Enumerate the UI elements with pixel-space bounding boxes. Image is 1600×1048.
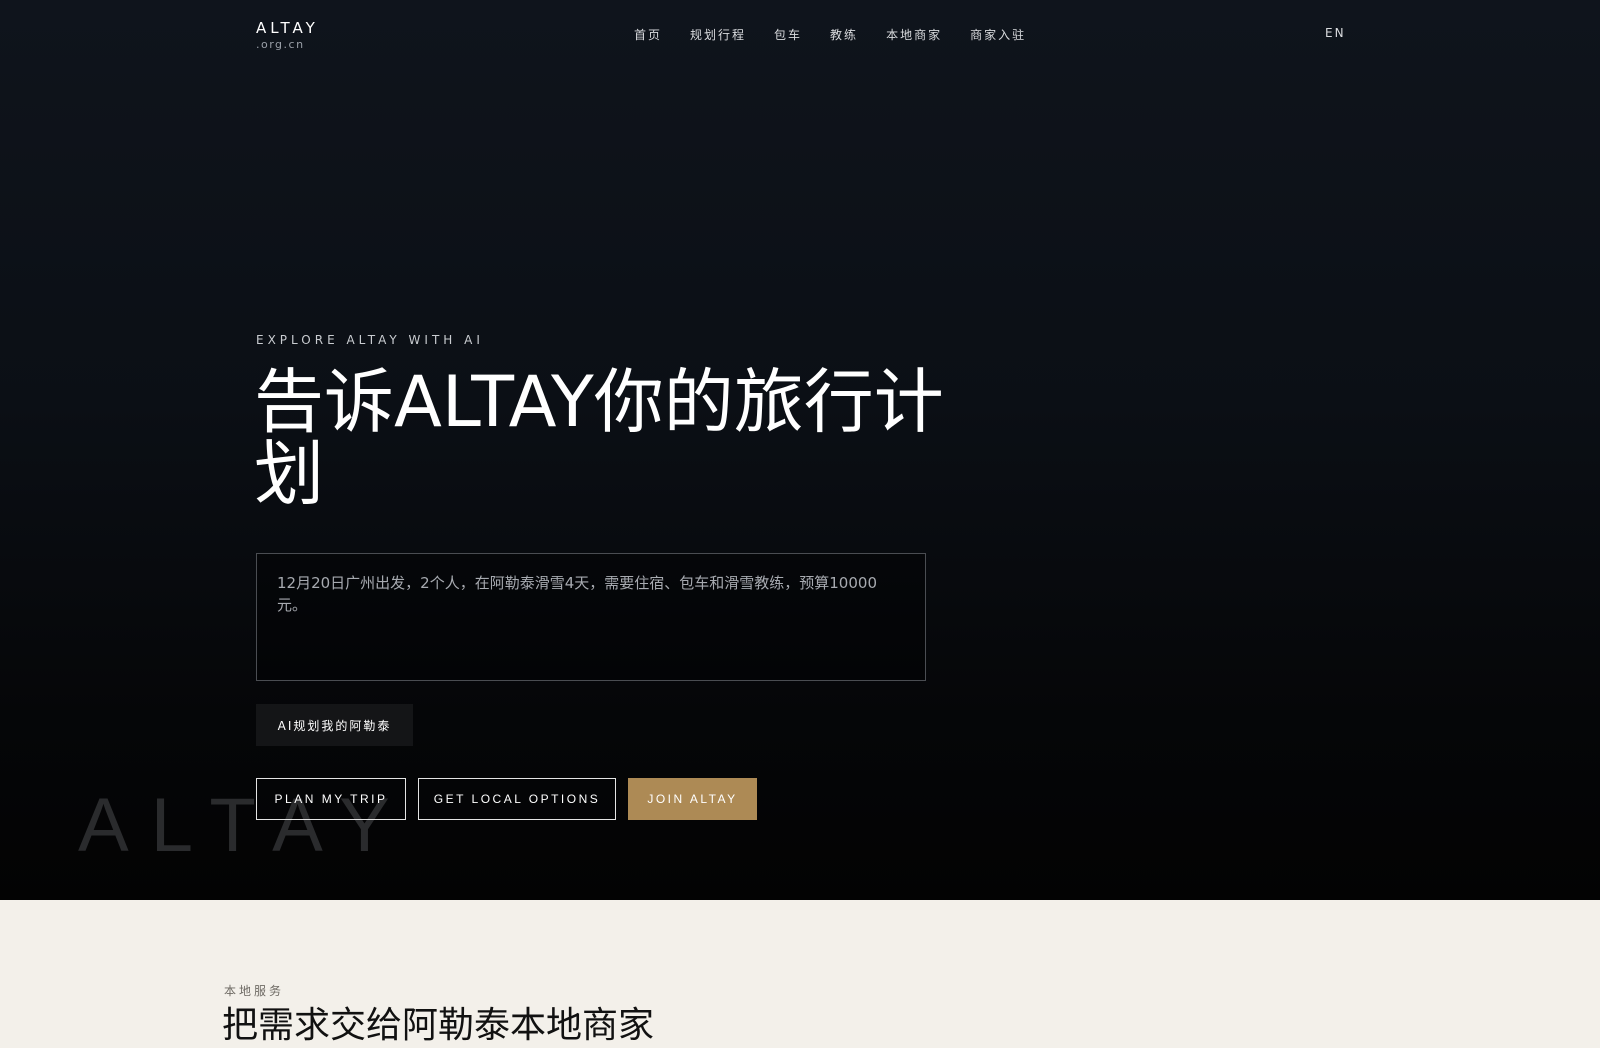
local-services-section: 本地服务 把需求交给阿勒泰本地商家 xyxy=(0,900,1600,1046)
nav-item-coach[interactable]: 教练 xyxy=(830,26,858,43)
services-title: 把需求交给阿勒泰本地商家 xyxy=(222,1005,655,1046)
nav-item-charter[interactable]: 包车 xyxy=(774,26,802,43)
plan-my-trip-button[interactable]: PLAN MY TRIP xyxy=(256,778,406,820)
nav-item-merchant-join[interactable]: 商家入驻 xyxy=(970,26,1026,43)
site-logo[interactable]: ALTAY .org.cn xyxy=(256,18,319,52)
nav-item-plan-trip[interactable]: 规划行程 xyxy=(690,26,746,43)
join-altay-button[interactable]: JOIN ALTAY xyxy=(628,778,757,820)
get-local-options-button[interactable]: GET LOCAL OPTIONS xyxy=(418,778,616,820)
ai-plan-button[interactable]: AI规划我的阿勒泰 xyxy=(256,704,413,746)
nav-item-home[interactable]: 首页 xyxy=(634,26,662,43)
nav-item-local-merchants[interactable]: 本地商家 xyxy=(886,26,942,43)
language-switch[interactable]: EN xyxy=(1325,26,1346,40)
hero-eyebrow: EXPLORE ALTAY WITH AI xyxy=(256,333,484,347)
services-eyebrow: 本地服务 xyxy=(224,984,285,998)
main-nav: 首页 规划行程 包车 教练 本地商家 商家入驻 xyxy=(634,26,1054,43)
hero-headline: 告诉ALTAY你的旅行计划 xyxy=(254,361,944,515)
logo-domain: .org.cn xyxy=(256,38,305,51)
trip-prompt-input[interactable]: 12月20日广州出发，2个人，在阿勒泰滑雪4天，需要住宿、包车和滑雪教练，预算1… xyxy=(256,553,926,681)
hero-section: ALTAY .org.cn 首页 规划行程 包车 教练 本地商家 商家入驻 EN… xyxy=(0,0,1600,900)
logo-name: ALTAY xyxy=(256,19,319,37)
